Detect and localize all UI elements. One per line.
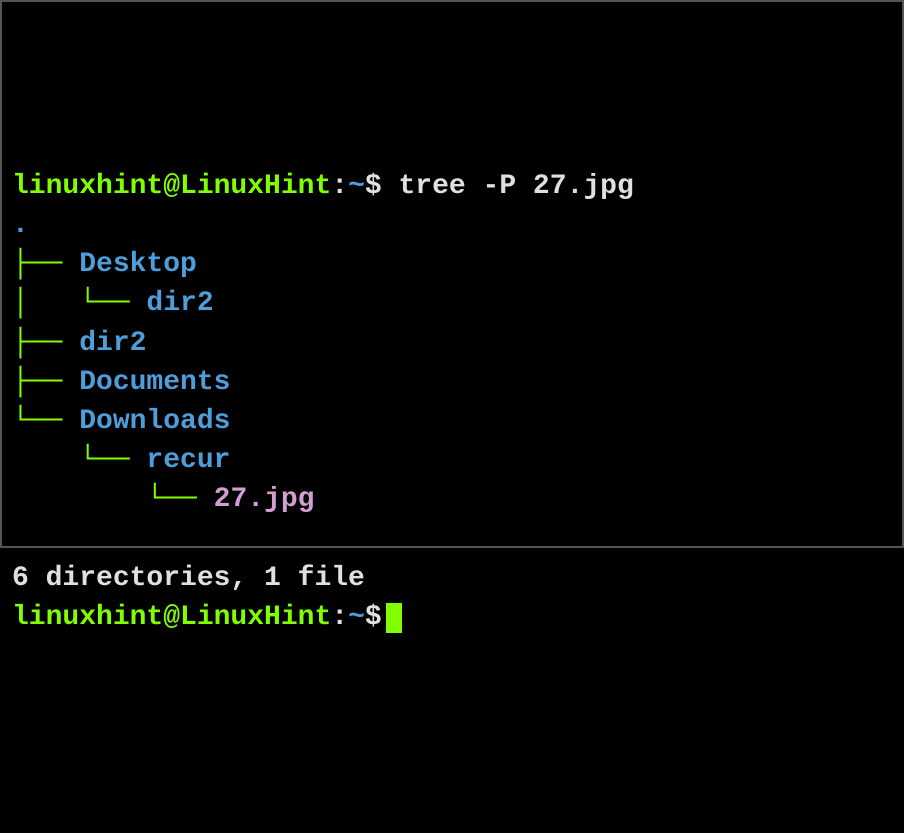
prompt-separator: : [331,602,348,633]
tree-branch-icon: ├── [12,249,79,280]
tree-entry-desktop: ├── Desktop [12,245,892,284]
dir-name: Downloads [79,406,230,437]
command-line-2[interactable]: linuxhint@LinuxHint:~$ [12,598,892,637]
prompt-user-host: linuxhint@LinuxHint [12,171,331,202]
terminal-output: linuxhint@LinuxHint:~$ tree -P 27.jpg.├─… [12,167,892,637]
summary-text: 6 directories, 1 file [12,563,365,594]
tree-branch-icon: ├── [12,328,79,359]
cursor-icon [386,603,402,633]
tree-branch-icon: ├── [12,367,79,398]
dir-name: Documents [79,367,230,398]
tree-summary: 6 directories, 1 file [12,559,892,598]
tree-entry-file: └── 27.jpg [12,480,892,519]
tree-entry-downloads: └── Downloads [12,402,892,441]
tree-branch-icon: └── [12,406,79,437]
tree-entry-documents: ├── Documents [12,363,892,402]
dir-name: dir2 [79,328,146,359]
dir-name: dir2 [146,288,213,319]
dir-name: recur [146,445,230,476]
tree-root: . [12,206,892,245]
tree-entry-dir2: ├── dir2 [12,324,892,363]
blank-line [12,519,892,558]
tree-entry-desktop-dir2: │ └── dir2 [12,284,892,323]
prompt-user-host: linuxhint@LinuxHint [12,602,331,633]
prompt-dollar: $ [365,602,382,633]
tree-entry-recur: └── recur [12,441,892,480]
command-text: tree -P 27.jpg [382,171,634,202]
dir-name: Desktop [79,249,197,280]
prompt-dollar: $ [365,171,382,202]
tree-root-dot: . [12,210,29,241]
prompt-path: ~ [348,171,365,202]
file-name: 27.jpg [214,484,315,515]
command-line-1[interactable]: linuxhint@LinuxHint:~$ tree -P 27.jpg [12,167,892,206]
tree-branch-icon: └── [12,484,214,515]
prompt-separator: : [331,171,348,202]
tree-branch-icon: │ └── [12,288,146,319]
tree-branch-icon: └── [12,445,146,476]
prompt-path: ~ [348,602,365,633]
